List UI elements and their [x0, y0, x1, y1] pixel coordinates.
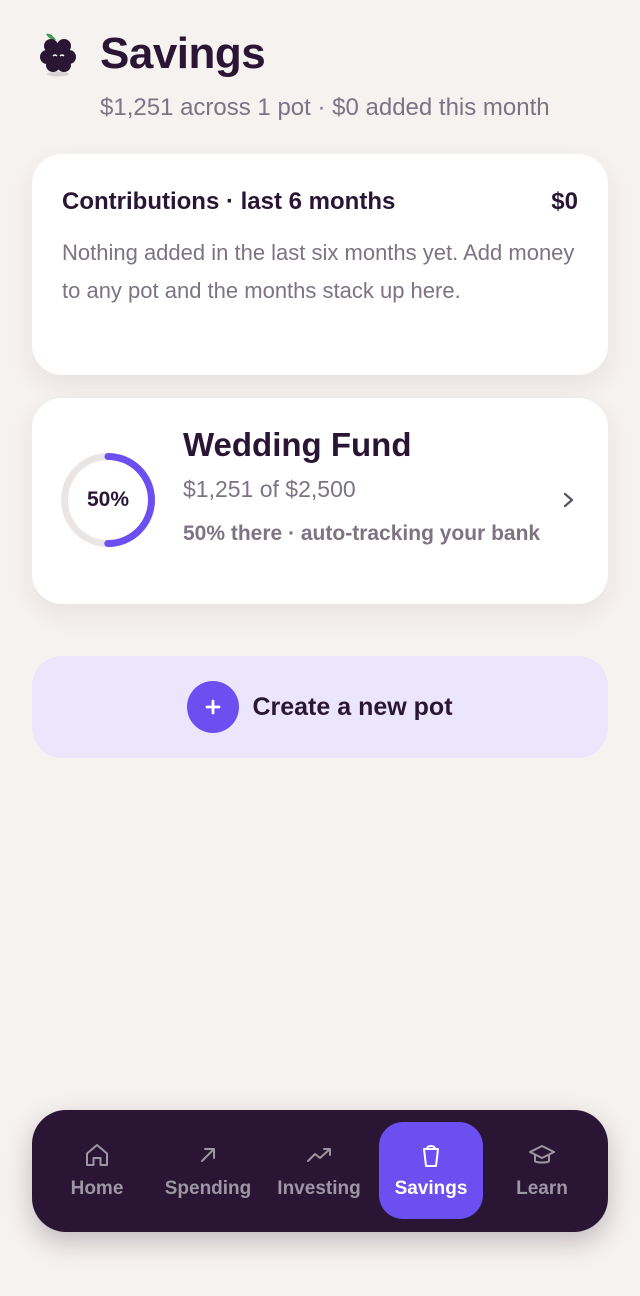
contributions-card: Contributions · last 6 months $0 Nothing…: [32, 154, 608, 375]
graduation-cap-icon: [529, 1145, 555, 1164]
arrow-up-right-icon: [201, 1148, 215, 1162]
nav-label-learn: Learn: [516, 1178, 568, 1199]
nav-label-investing: Investing: [277, 1178, 361, 1199]
savings-screen: Savings $1,251 across 1 pot · $0 added t…: [0, 0, 640, 1296]
pot-name: Wedding Fund: [183, 426, 412, 463]
contributions-empty-message: Nothing added in the last six months yet…: [62, 240, 575, 303]
nav-label-spending: Spending: [164, 1178, 252, 1199]
pot-amount: $1,251 of $2,500: [183, 476, 356, 502]
cup-icon: [423, 1145, 439, 1167]
page-title: Savings: [100, 29, 266, 78]
nav-item-home[interactable]: Home: [45, 1122, 149, 1219]
nav-label-savings: Savings: [394, 1178, 468, 1199]
nav-item-savings[interactable]: Savings: [379, 1122, 483, 1219]
home-icon: [86, 1144, 108, 1166]
contributions-title: Contributions · last 6 months: [62, 188, 396, 215]
nav-item-learn[interactable]: Learn: [490, 1122, 594, 1219]
create-pot-button[interactable]: Create a new pot: [32, 656, 608, 758]
contributions-total: $0: [551, 188, 578, 215]
page-subtitle: $1,251 across 1 pot · $0 added this mont…: [100, 94, 550, 121]
nav-item-spending[interactable]: Spending: [156, 1122, 260, 1219]
nav-label-home: Home: [70, 1178, 124, 1199]
progress-percent: 50%: [86, 488, 130, 511]
nav-item-investing[interactable]: Investing: [267, 1122, 371, 1219]
plus-icon: [187, 681, 240, 733]
chevron-right-icon[interactable]: [559, 488, 579, 512]
pot-status: 50% there · auto-tracking your bank: [183, 522, 541, 545]
bottom-nav: Home Spending Investing Savings Learn: [32, 1110, 608, 1232]
trending-up-icon: [307, 1148, 331, 1162]
create-pot-label: Create a new pot: [252, 692, 453, 721]
blackberry-logo-icon: [40, 33, 76, 77]
pot-card-wedding-fund[interactable]: 50% Wedding Fund $1,251 of $2,500 50% th…: [32, 398, 608, 604]
